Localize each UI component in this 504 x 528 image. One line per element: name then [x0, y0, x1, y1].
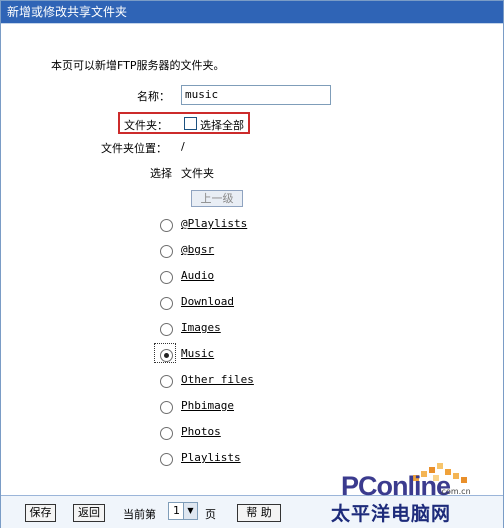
window-title: 新增或修改共享文件夹	[1, 1, 503, 23]
chevron-down-icon[interactable]: ▼	[183, 503, 197, 519]
select-all-label[interactable]: 选择全部	[200, 117, 244, 133]
page-select[interactable]: 1 ▼	[168, 502, 198, 520]
folder-radio[interactable]	[160, 219, 173, 232]
pconline-watermark-logo: PConline .com.cn 太平洋电脑网	[311, 463, 497, 527]
folder-link[interactable]: Audio	[181, 269, 214, 282]
folder-row[interactable]: @bgsr	[1, 243, 301, 261]
watermark-domain: .com.cn	[439, 487, 471, 496]
save-button[interactable]: 保存	[25, 504, 56, 522]
folder-row[interactable]: Phbimage	[1, 399, 301, 417]
folder-link[interactable]: Other files	[181, 373, 254, 386]
folder-row[interactable]: Music	[1, 343, 301, 365]
folder-radio[interactable]	[160, 271, 173, 284]
folder-row[interactable]: Photos	[1, 425, 301, 443]
folder-link[interactable]: @Playlists	[181, 217, 247, 230]
folder-radio[interactable]	[160, 401, 173, 414]
intro-text: 本页可以新增FTP服务器的文件夹。	[51, 59, 225, 72]
column-header-select: 选择	[150, 167, 172, 180]
folder-link[interactable]: Music	[181, 347, 214, 360]
folder-link[interactable]: Download	[181, 295, 234, 308]
page-select-value: 1	[173, 504, 180, 517]
location-value: /	[181, 140, 185, 153]
select-all-checkbox[interactable]	[184, 117, 197, 130]
folder-link[interactable]: Images	[181, 321, 221, 334]
folder-radio[interactable]	[160, 375, 173, 388]
name-input[interactable]: music	[181, 85, 331, 105]
page-unit-label: 页	[205, 508, 216, 521]
folder-row[interactable]: Download	[1, 295, 301, 313]
folder-link[interactable]: Playlists	[181, 451, 241, 464]
watermark-cn-name: 太平洋电脑网	[331, 503, 452, 525]
location-label: 文件夹位置：	[101, 142, 167, 155]
dialog-frame: 新增或修改共享文件夹 本页可以新增FTP服务器的文件夹。 名称： music 文…	[0, 0, 504, 528]
folder-row[interactable]: @Playlists	[1, 217, 301, 235]
watermark-brand: PConline	[341, 471, 451, 501]
column-header-folder: 文件夹	[181, 167, 214, 180]
folder-radio[interactable]	[160, 323, 173, 336]
folder-row[interactable]: Other files	[1, 373, 301, 391]
folder-label: 文件夹：	[124, 119, 168, 132]
folder-link[interactable]: Photos	[181, 425, 221, 438]
help-button[interactable]: 帮 助	[237, 504, 281, 522]
back-button[interactable]: 返回	[73, 504, 105, 522]
current-page-label: 当前第	[123, 508, 156, 521]
folder-radio[interactable]	[160, 453, 173, 466]
folder-radio[interactable]	[160, 245, 173, 258]
folder-row[interactable]: Audio	[1, 269, 301, 287]
folder-link[interactable]: Phbimage	[181, 399, 234, 412]
folder-row[interactable]: Playlists	[1, 451, 301, 469]
folder-row[interactable]: Images	[1, 321, 301, 339]
name-label: 名称：	[137, 90, 170, 103]
up-level-button[interactable]: 上一级	[191, 190, 243, 207]
folder-radio[interactable]	[160, 297, 173, 310]
folder-radio[interactable]	[160, 427, 173, 440]
folder-link[interactable]: @bgsr	[181, 243, 214, 256]
folder-radio[interactable]	[160, 349, 173, 362]
